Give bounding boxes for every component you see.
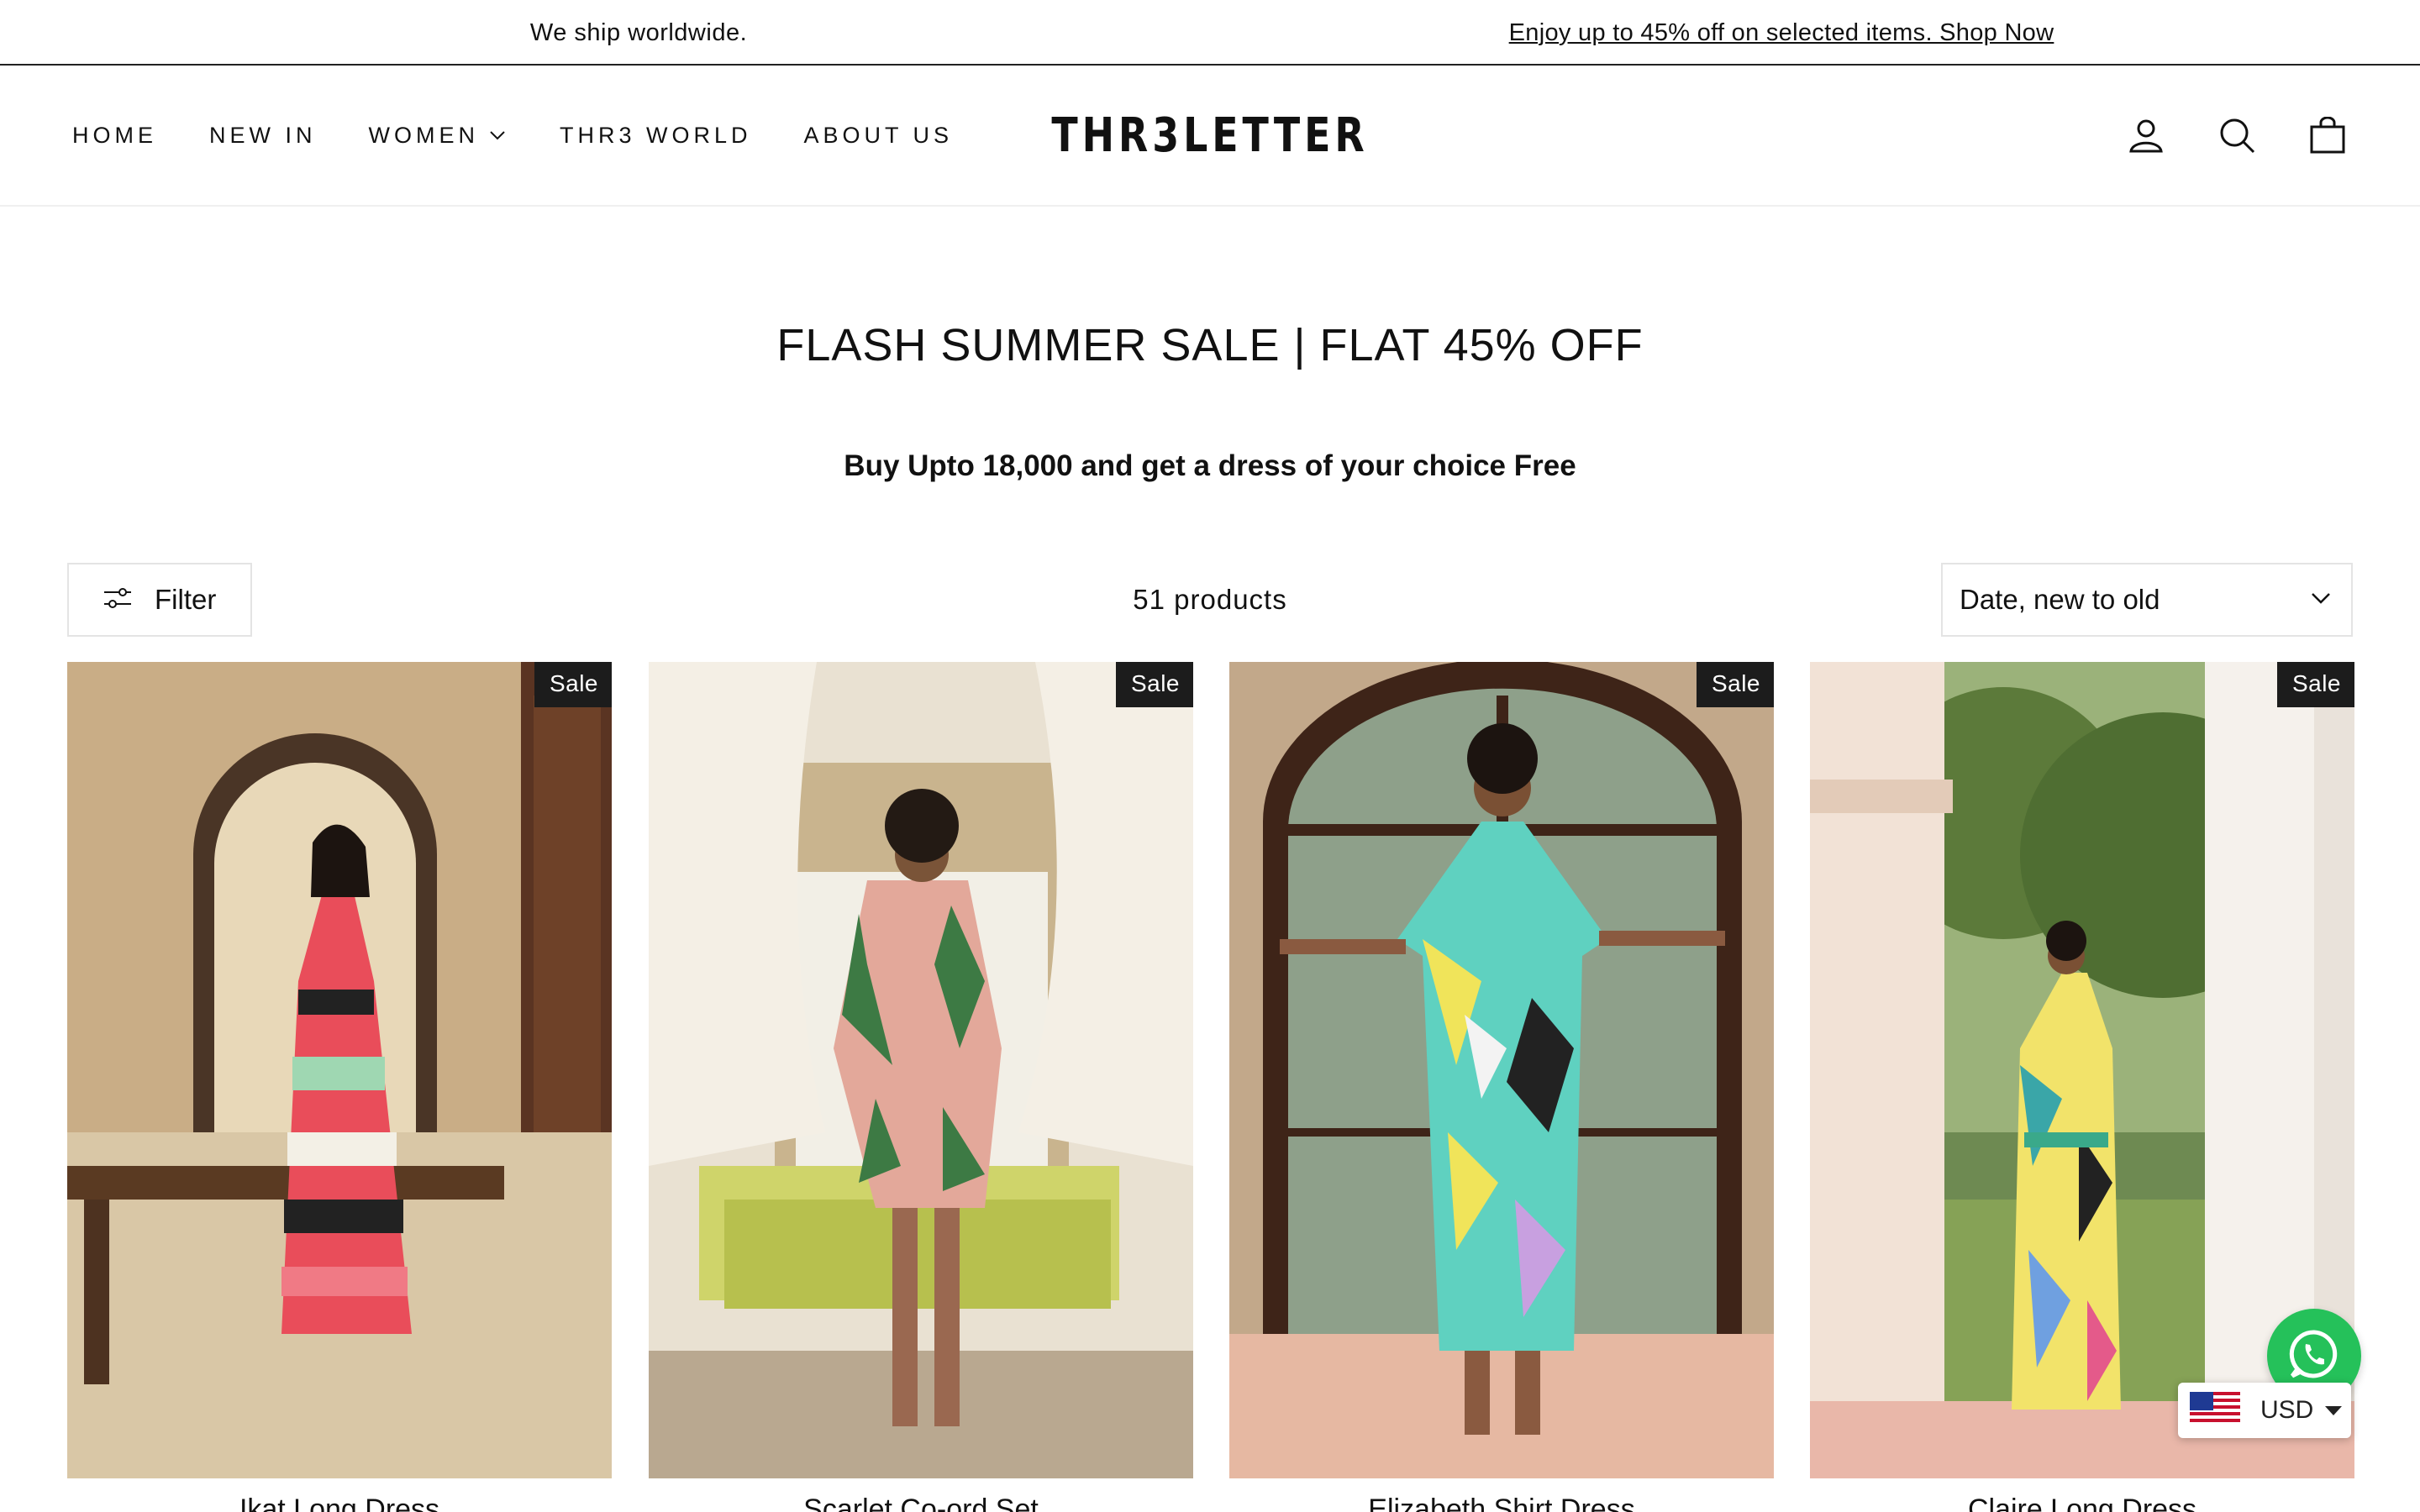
collection-title: FLASH SUMMER SALE | FLAT 45% OFF (776, 320, 1644, 370)
product-image[interactable]: Sale (67, 662, 612, 1478)
currency-code: USD (2260, 1396, 2314, 1424)
product-name[interactable]: Claire Long Dress (1810, 1494, 2354, 1512)
sale-badge: Sale (534, 662, 612, 707)
search-icon[interactable] (2217, 115, 2257, 155)
nav-about-us-label: ABOUT US (803, 122, 954, 148)
product-name[interactable]: Scarlet Co-ord Set (649, 1494, 1193, 1512)
shipping-announcement: We ship worldwide. (529, 18, 748, 46)
us-flag-icon (2190, 1391, 2240, 1430)
nav-thr3-world[interactable]: THR3 WORLD (560, 123, 752, 149)
header-actions (2126, 67, 2348, 203)
whatsapp-icon (2287, 1327, 2341, 1385)
main-nav: HOME NEW IN WOMEN THR3 WORLD ABOUT US (72, 67, 1005, 203)
sale-badge: Sale (2276, 662, 2354, 707)
nav-thr3-world-label: THR3 WORLD (559, 122, 752, 148)
nav-new-in[interactable]: NEW IN (209, 123, 317, 149)
collection-subtitle: Buy Upto 18,000 and get a dress of your … (844, 449, 1576, 482)
cart-icon[interactable] (2307, 115, 2348, 155)
caret-down-icon (2325, 1405, 2343, 1415)
filter-button[interactable]: Filter (67, 563, 252, 637)
product-grid: Sale Ikat Long Dress Sale Scarlet Co-ord… (67, 662, 2354, 1512)
sort-value: Date, new to old (1960, 584, 2160, 615)
nav-women[interactable]: WOMEN (369, 123, 508, 149)
sale-badge: Sale (1115, 662, 1193, 707)
sort-select[interactable]: Date, new to old (1941, 563, 2353, 637)
product-image[interactable]: Sale (649, 662, 1193, 1478)
product-card[interactable]: Sale Scarlet Co-ord Set (649, 662, 1193, 1512)
product-name[interactable]: Ikat Long Dress (67, 1494, 612, 1512)
nav-home-label: HOME (72, 122, 157, 148)
product-image[interactable]: Sale (1229, 662, 1774, 1478)
site-header: HOME NEW IN WOMEN THR3 WORLD ABOUT US TH… (0, 67, 2420, 207)
product-count: 51 products (1133, 584, 1287, 615)
sale-announcement-link[interactable]: Enjoy up to 45% off on selected items. S… (1210, 0, 2353, 66)
chevron-down-icon (489, 126, 508, 144)
nav-new-in-label: NEW IN (209, 122, 317, 148)
nav-home[interactable]: HOME (72, 123, 157, 149)
product-card[interactable]: Sale Ikat Long Dress (67, 662, 612, 1512)
product-name[interactable]: Elizabeth Shirt Dress (1229, 1494, 1774, 1512)
filter-label: Filter (155, 584, 217, 615)
sale-badge: Sale (1696, 662, 1774, 707)
brand-logo[interactable]: THR3LETTER (1044, 67, 1376, 203)
filter-sliders-icon (103, 586, 133, 614)
currency-selector[interactable]: USD (2178, 1383, 2351, 1438)
nav-about-us[interactable]: ABOUT US (804, 123, 954, 149)
announcement-bar: We ship worldwide. Enjoy up to 45% off o… (0, 0, 2420, 66)
account-icon[interactable] (2126, 115, 2166, 155)
nav-women-label: WOMEN (368, 122, 479, 148)
product-card[interactable]: Sale Elizabeth Shirt Dress (1229, 662, 1774, 1512)
chevron-down-icon (2311, 592, 2331, 608)
